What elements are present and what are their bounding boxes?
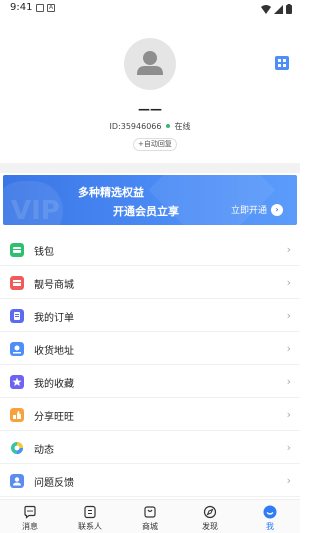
menu-item-wallet[interactable]: 钱包 › [0,233,300,266]
share-icon [10,408,24,422]
shop-icon [10,276,24,290]
tab-label: 商城 [142,522,158,531]
order-icon [10,309,24,323]
chevron-right-icon: › [286,309,291,322]
menu-item-feedback[interactable]: 问题反馈 › [0,464,300,497]
tab-label: 我 [266,522,274,531]
section-divider [0,163,300,173]
bottom-tab-bar: 消息 联系人 商城 发现 我 [0,499,300,533]
user-id: ID:35946066 [109,122,162,131]
system-icons [261,4,292,14]
chevron-right-icon: › [286,408,291,421]
menu-item-label: 我的收藏 [34,379,74,390]
nickname: —— [138,102,162,116]
menu-item-label: 靓号商城 [34,280,74,291]
gallery-notification-icon [36,4,44,12]
open-membership-label: 立即开通 [231,206,268,216]
menu-item-label: 我的订单 [34,313,74,324]
avatar[interactable] [124,38,176,90]
tab-label: 联系人 [78,522,102,531]
tab-contacts[interactable]: 联系人 [60,500,120,533]
tab-mall[interactable]: 商城 [120,500,180,533]
moments-icon [11,442,23,454]
vip-watermark: VIP [11,196,60,225]
online-status: 在线 [174,122,191,131]
profile-header: —— ID:35946066 在线 +自动回复 [0,18,300,163]
wallet-icon [10,243,24,257]
notification-icons: A [36,4,55,12]
menu-item-orders[interactable]: 我的订单 › [0,299,300,332]
user-id-line: ID:35946066 在线 [0,121,300,132]
mall-icon [144,506,156,518]
menu-item-label: 分享旺旺 [34,412,74,423]
a-notification-icon: A [47,4,55,12]
menu-list: 钱包 › 靓号商城 › 我的订单 › 收货地址 › 我的收藏 › 分享旺旺 › … [0,233,300,497]
contacts-icon [84,505,96,519]
menu-item-label: 钱包 [34,247,54,258]
me-icon [263,505,277,519]
menu-item-label: 动态 [34,445,54,456]
status-bar: 9:41 A [0,0,300,18]
svg-text:VIP: VIP [11,196,60,225]
battery-icon [286,4,292,14]
menu-item-moments[interactable]: 动态 › [0,431,300,464]
menu-item-number-shop[interactable]: 靓号商城 › [0,266,300,299]
tab-label: 发现 [202,522,218,531]
tab-me[interactable]: 我 [240,500,300,533]
feedback-icon [10,474,24,488]
signal-icon [274,4,283,14]
discover-icon [203,505,217,519]
chevron-right-icon: › [286,375,291,388]
banner-section: VIP 多种精选权益 开通会员立享 立即开通 › [0,173,300,233]
auto-reply-button[interactable]: +自动回复 [133,138,177,151]
chevron-right-icon: › [286,342,291,355]
qr-code-icon[interactable] [275,56,289,70]
message-icon [24,505,36,519]
chevron-right-icon: › [286,441,291,454]
menu-item-label: 收货地址 [34,346,74,357]
menu-item-label: 问题反馈 [34,478,74,489]
banner-title: 多种精选权益 [78,186,144,199]
tab-discover[interactable]: 发现 [180,500,240,533]
status-time: 9:41 [10,2,33,13]
open-membership-button[interactable]: 立即开通 › [231,203,284,216]
banner-subtitle: 开通会员立享 [113,205,179,218]
wifi-icon [261,4,271,14]
online-status-dot [166,124,171,128]
menu-item-share[interactable]: 分享旺旺 › [0,398,300,431]
chevron-right-icon: › [286,276,291,289]
address-icon [10,342,24,356]
chevron-right-icon: › [286,243,291,256]
menu-item-address[interactable]: 收货地址 › [0,332,300,365]
default-avatar-icon [137,51,163,75]
menu-item-favorites[interactable]: 我的收藏 › [0,365,300,398]
chevron-right-icon: › [286,474,291,487]
star-icon [10,375,24,389]
tab-messages[interactable]: 消息 [0,500,60,533]
chevron-right-icon: › [271,203,284,216]
vip-banner[interactable]: VIP 多种精选权益 开通会员立享 立即开通 › [3,175,297,225]
tab-label: 消息 [22,522,38,531]
